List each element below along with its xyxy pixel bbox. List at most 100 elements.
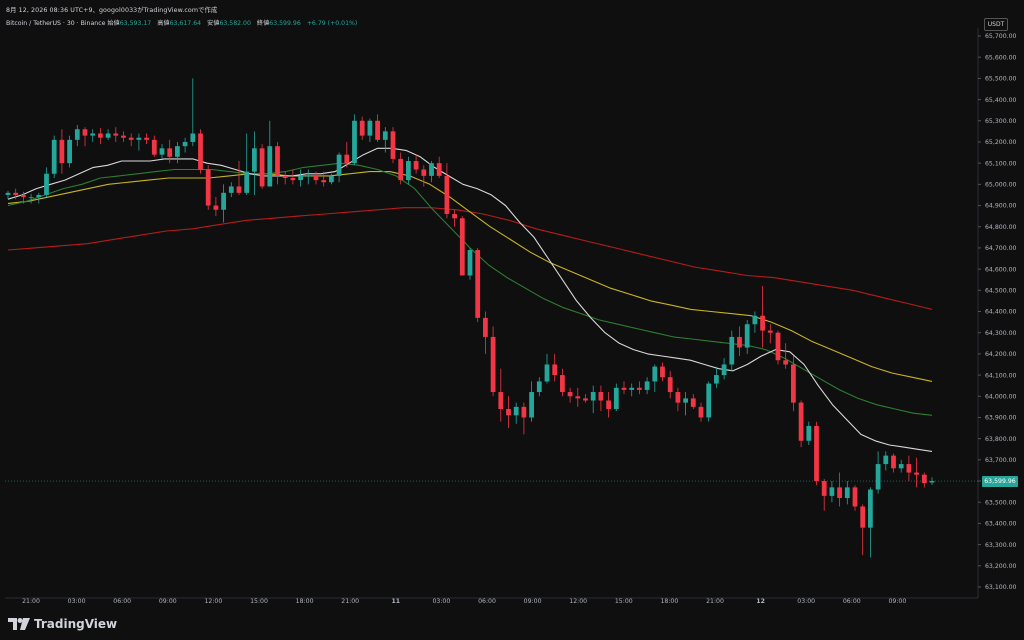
candle-body (136, 137, 142, 140)
y-tick-label: 63,400.00 (985, 521, 1017, 528)
brand-label: TradingView (34, 617, 118, 631)
candle-body (51, 139, 57, 174)
candle-body (252, 148, 257, 172)
candle-body (906, 464, 912, 473)
candle-body (567, 392, 573, 397)
y-tick-label: 65,600.00 (985, 54, 1017, 61)
candle-body (837, 487, 842, 498)
symbol-label[interactable]: Bitcoin / TetherUS · 30 · Binance (6, 20, 105, 27)
candle-body (929, 481, 935, 483)
candle-body (814, 425, 819, 482)
candle-body (267, 146, 273, 187)
candle-body (290, 177, 296, 181)
candle-body (436, 163, 442, 176)
y-tick-label: 63,200.00 (985, 563, 1017, 570)
candle-body (775, 332, 781, 361)
candle-body (59, 139, 65, 164)
x-tick-label: 18:00 (296, 598, 314, 605)
close-label: 終値 (256, 20, 270, 27)
x-tick-label: 06:00 (478, 598, 496, 605)
candle-body (151, 139, 157, 155)
candle-body (13, 192, 19, 195)
close-value: 63,599.96 (269, 20, 301, 27)
candle-body (82, 129, 88, 136)
x-tick-label: 18:00 (660, 598, 678, 605)
candle-body (429, 163, 434, 176)
x-tick-label: 09:00 (888, 598, 906, 605)
header-timestamp: 8月 12, 2026 08:36 UTC+9、googol0033がTradi… (6, 7, 218, 14)
candle-body (213, 205, 219, 210)
candle-body (529, 392, 534, 418)
candle-body (413, 161, 419, 170)
candle-body (744, 324, 750, 348)
candle-body (660, 366, 665, 378)
low-label: 安値 (207, 20, 220, 27)
x-tick-label: 15:00 (615, 598, 633, 605)
candle-body (244, 171, 250, 193)
candle-body (921, 474, 927, 484)
candle-body (637, 387, 642, 390)
y-tick-label: 63,700.00 (985, 457, 1017, 464)
candle-body (205, 169, 211, 206)
candle-body (667, 377, 673, 393)
candle-body (336, 154, 342, 176)
candle-body (798, 402, 804, 441)
open-label: 始値 (107, 20, 120, 27)
candle-body (321, 180, 327, 183)
candle-body (21, 194, 26, 198)
y-tick-label: 65,300.00 (985, 118, 1017, 125)
candle-body (406, 161, 411, 181)
candle-body (74, 129, 80, 140)
candle-body (806, 425, 812, 441)
y-tick-label: 64,800.00 (985, 224, 1017, 231)
candle-body (621, 387, 627, 390)
candle-body (467, 250, 473, 276)
candle-body (644, 381, 650, 390)
candle-body (313, 175, 319, 181)
candle-body (236, 186, 242, 193)
y-tick-label: 63,900.00 (985, 415, 1017, 422)
high-value: 63,617.64 (169, 20, 202, 27)
candle-body (259, 148, 265, 187)
candle-body (221, 192, 226, 210)
last-price-badge: 63,599.96 (982, 476, 1018, 487)
candle-body (844, 487, 850, 498)
y-tick-label: 64,200.00 (985, 351, 1017, 358)
candle-body (544, 364, 550, 382)
candle-body (590, 392, 596, 401)
candle-body (737, 336, 742, 348)
x-tick-label: 21:00 (706, 598, 724, 605)
candle-body (275, 146, 280, 176)
x-tick-label: 12 (756, 598, 765, 605)
candle-body (121, 135, 126, 138)
candle-body (367, 120, 373, 136)
price-chart[interactable]: 65,700.00 65,600.00 65,500.00 65,400.00 65,3… (0, 0, 1024, 640)
y-tick-label: 65,200.00 (985, 139, 1017, 146)
x-tick-label: 06:00 (843, 598, 861, 605)
candle-body (398, 158, 404, 181)
candle-body (552, 364, 558, 376)
candle-body (421, 169, 427, 176)
candle-body (868, 489, 873, 528)
y-tick-label: 63,500.00 (985, 499, 1017, 506)
candle-body (629, 387, 635, 390)
candle-body (67, 139, 72, 164)
candle-body (536, 381, 542, 393)
candle-body (483, 317, 488, 337)
currency-label[interactable]: USDT (984, 18, 1008, 31)
candle-body (729, 336, 735, 365)
candle-body (459, 218, 465, 276)
candle-body (791, 364, 796, 403)
candle-body (767, 330, 773, 333)
candle-body (829, 487, 835, 496)
candle-body (375, 120, 380, 140)
y-tick-label: 64,600.00 (985, 266, 1017, 273)
candle-body (159, 148, 165, 155)
candle-body (90, 133, 96, 136)
candle-body (698, 406, 704, 418)
x-tick-label: 03:00 (432, 598, 450, 605)
chart-window: 65,700.00 65,600.00 65,500.00 65,400.00 65,3… (0, 0, 1024, 640)
candle-body (198, 133, 203, 170)
candle-body (914, 472, 919, 475)
tradingview-logo: TradingView (8, 615, 117, 633)
